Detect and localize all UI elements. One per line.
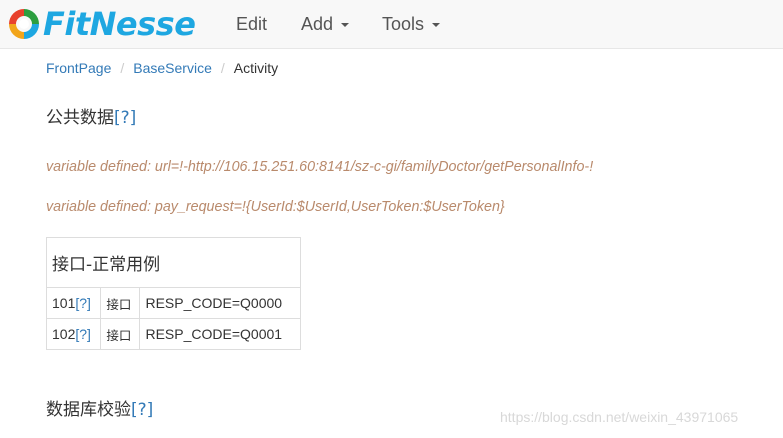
table-row: 101[?] 接口 RESP_CODE=Q0000 <box>45 287 301 319</box>
row-type: 接口 <box>100 287 141 319</box>
menu-add[interactable]: Add <box>301 0 350 49</box>
menu-tools-label: Tools <box>382 14 425 34</box>
row-help-link[interactable]: [?] <box>75 295 91 311</box>
section-common-data-title: 公共数据 <box>46 108 114 128</box>
fitnesse-logo[interactable]: FitNesse <box>6 5 196 43</box>
table-header-row: 接口-正常用例 <box>46 237 301 288</box>
help-link-common-data[interactable]: [?] <box>114 108 136 128</box>
watermark: https://blog.csdn.net/weixin_43971065 <box>500 409 739 425</box>
breadcrumb-baseservice[interactable]: BaseService <box>133 60 212 76</box>
section-db-check-title: 数据库校验 <box>46 400 131 420</box>
brand-name: FitNesse <box>43 5 196 43</box>
table-header: 接口-正常用例 <box>46 237 301 288</box>
row-id-cell: 101[?] <box>45 287 102 319</box>
variable-url: variable defined: url=!-http://106.15.25… <box>46 159 594 175</box>
row-id-cell: 102[?] <box>45 318 102 350</box>
breadcrumb-current: Activity <box>233 60 279 76</box>
row-value: RESP_CODE=Q0001 <box>139 318 301 350</box>
breadcrumb: FrontPage / BaseService / Activity <box>46 58 278 78</box>
menu-tools[interactable]: Tools <box>382 0 441 49</box>
menu-add-label: Add <box>301 14 334 34</box>
fitnesse-logo-icon <box>9 9 39 39</box>
row-value: RESP_CODE=Q0000 <box>139 287 301 319</box>
menu-edit[interactable]: Edit <box>236 0 267 49</box>
section-common-data: 公共数据[?] <box>46 107 136 129</box>
breadcrumb-frontpage[interactable]: FrontPage <box>46 60 111 76</box>
row-id: 101 <box>52 295 76 311</box>
breadcrumb-separator: / <box>220 60 225 76</box>
row-id: 102 <box>52 326 76 342</box>
table-row: 102[?] 接口 RESP_CODE=Q0001 <box>45 318 301 350</box>
section-db-check: 数据库校验[?] <box>46 399 153 421</box>
menu-edit-label: Edit <box>236 14 268 34</box>
row-type: 接口 <box>100 318 141 350</box>
help-link-db-check[interactable]: [?] <box>131 400 153 420</box>
breadcrumb-separator: / <box>120 60 125 76</box>
chevron-down-icon <box>432 23 441 28</box>
variable-pay-request: variable defined: pay_request=!{UserId:$… <box>46 199 505 215</box>
row-help-link[interactable]: [?] <box>75 326 91 342</box>
test-table: 接口-正常用例 101[?] 接口 RESP_CODE=Q0000 102[?]… <box>45 237 301 350</box>
navbar: FitNesse Edit Add Tools <box>0 0 783 49</box>
chevron-down-icon <box>341 23 350 28</box>
